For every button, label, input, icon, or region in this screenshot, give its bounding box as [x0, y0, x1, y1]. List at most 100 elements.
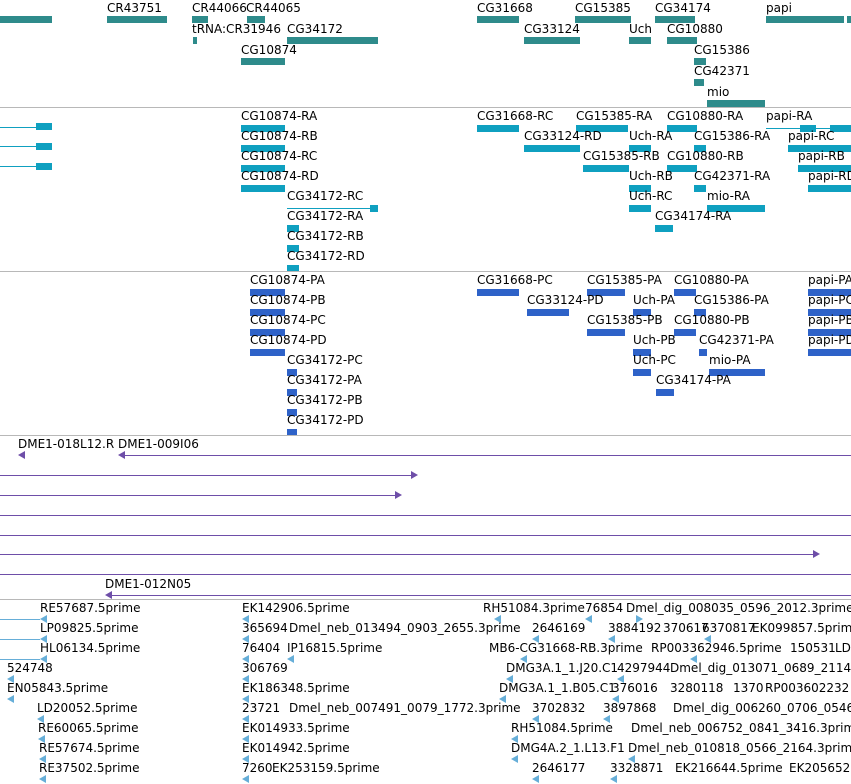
- est-marker[interactable]: [7, 695, 14, 703]
- est-line[interactable]: [0, 659, 40, 660]
- est-label[interactable]: EK099857.5prime: [752, 622, 851, 635]
- est-line[interactable]: [0, 619, 40, 620]
- est-label[interactable]: 6370817: [702, 622, 755, 635]
- transcript-exon[interactable]: [287, 265, 299, 271]
- clone-line[interactable]: [0, 475, 412, 476]
- transcript-label[interactable]: Uch-RA: [629, 130, 672, 143]
- gene-bar[interactable]: [847, 16, 851, 23]
- est-label[interactable]: RE57674.5prime: [39, 742, 140, 755]
- clone-line[interactable]: [0, 495, 396, 496]
- est-label[interactable]: RE57687.5prime: [40, 602, 141, 615]
- est-label[interactable]: 1370: [733, 682, 764, 695]
- protein-label[interactable]: CG33124-PD: [527, 294, 604, 307]
- transcript-exon[interactable]: [808, 185, 851, 192]
- est-label[interactable]: IP16815.5prime: [287, 642, 382, 655]
- est-label[interactable]: DMG3A.1_1.J20.C1: [506, 662, 618, 675]
- protein-label[interactable]: papi-PB: [808, 314, 851, 327]
- transcript-label[interactable]: CG10874-RC: [241, 150, 317, 163]
- est-label[interactable]: 23721: [242, 702, 280, 715]
- transcript-label[interactable]: CG15385-RA: [576, 110, 652, 123]
- gene-label[interactable]: CG33124: [524, 23, 580, 36]
- protein-bar[interactable]: [587, 329, 625, 336]
- gene-label[interactable]: CG10874: [241, 44, 297, 57]
- gene-bar[interactable]: [241, 58, 285, 65]
- transcript-label[interactable]: CG33124-RD: [524, 130, 602, 143]
- protein-label[interactable]: CG31668-PC: [477, 274, 553, 287]
- transcript-label[interactable]: CG10874-RD: [241, 170, 319, 183]
- est-line[interactable]: [0, 639, 40, 640]
- transcript-label[interactable]: CG10874-RA: [241, 110, 317, 123]
- protein-label[interactable]: CG15386-PA: [694, 294, 769, 307]
- gene-bar[interactable]: [477, 16, 519, 23]
- gene-bar[interactable]: [766, 16, 844, 23]
- gene-bar[interactable]: [193, 37, 197, 44]
- gene-label[interactable]: CG42371: [694, 65, 750, 78]
- gene-label[interactable]: CG34172: [287, 23, 343, 36]
- gene-bar[interactable]: [287, 37, 378, 44]
- est-label[interactable]: EN05843.5prime: [7, 682, 108, 695]
- protein-label[interactable]: papi-PD: [808, 334, 851, 347]
- est-label[interactable]: 524748: [7, 662, 53, 675]
- transcript-exon[interactable]: [655, 225, 673, 232]
- est-label[interactable]: LP09825.5prime: [40, 622, 139, 635]
- est-label[interactable]: RH51084.5prime: [511, 722, 613, 735]
- transcript-label[interactable]: CG34172-RC: [287, 190, 363, 203]
- gene-bar[interactable]: [524, 37, 580, 44]
- clone-label[interactable]: DME1-009I06: [118, 438, 199, 451]
- est-label[interactable]: Dmel_dig_006260_0706_0546: [673, 702, 851, 715]
- est-label[interactable]: EK186348.5prime: [242, 682, 350, 695]
- est-label[interactable]: Dmel_neb_007491_0079_1772.3prime: [289, 702, 521, 715]
- transcript-label[interactable]: CG34172-RB: [287, 230, 364, 243]
- est-label[interactable]: 4297944: [617, 662, 670, 675]
- est-label[interactable]: EK216644.5prime: [675, 762, 783, 775]
- est-marker[interactable]: [511, 755, 518, 763]
- est-label[interactable]: RP003362946.5prime: [651, 642, 782, 655]
- gene-label[interactable]: tRNA:CR31946: [192, 23, 281, 36]
- clone-line[interactable]: [124, 455, 851, 456]
- protein-label[interactable]: CG10874-PA: [250, 274, 325, 287]
- protein-bar[interactable]: [477, 289, 519, 296]
- transcript-exon[interactable]: [583, 165, 629, 172]
- clone-label[interactable]: DME1-018L12.R: [18, 438, 114, 451]
- est-label[interactable]: HL06134.5prime: [40, 642, 140, 655]
- est-marker[interactable]: [287, 655, 294, 663]
- transcript-label[interactable]: CG34172-RA: [287, 210, 363, 223]
- est-label[interactable]: EK253159.5prime: [272, 762, 380, 775]
- est-label[interactable]: RE60065.5prime: [38, 722, 139, 735]
- gene-label[interactable]: mio: [707, 86, 729, 99]
- protein-bar[interactable]: [674, 329, 696, 336]
- transcript-label[interactable]: Uch-RB: [629, 170, 673, 183]
- est-marker[interactable]: [242, 775, 249, 783]
- gene-label[interactable]: CG10880: [667, 23, 723, 36]
- gene-label[interactable]: CG15385: [575, 2, 631, 15]
- clone-label[interactable]: DME1-012N05: [105, 578, 191, 591]
- protein-label[interactable]: Uch-PC: [633, 354, 676, 367]
- transcript-label[interactable]: mio-RA: [707, 190, 750, 203]
- est-label[interactable]: EK205652: [789, 762, 850, 775]
- est-label[interactable]: LD: [835, 642, 851, 655]
- gene-label[interactable]: CG15386: [694, 44, 750, 57]
- protein-label[interactable]: CG34172-PB: [287, 394, 363, 407]
- transcript-exon[interactable]: [36, 123, 52, 130]
- est-label[interactable]: EK014942.5prime: [242, 742, 350, 755]
- est-label[interactable]: RP003602232: [765, 682, 849, 695]
- protein-bar[interactable]: [656, 389, 674, 396]
- transcript-label[interactable]: papi-RD: [808, 170, 851, 183]
- gene-label[interactable]: CG31668: [477, 2, 533, 15]
- transcript-line[interactable]: [0, 127, 40, 128]
- est-label[interactable]: DMG3A.1_1.B05.C1: [499, 682, 616, 695]
- gene-label[interactable]: Uch: [629, 23, 652, 36]
- transcript-line[interactable]: [0, 166, 40, 167]
- protein-label[interactable]: Uch-PB: [633, 334, 676, 347]
- transcript-label[interactable]: CG34172-RD: [287, 250, 365, 263]
- transcript-label[interactable]: CG31668-RC: [477, 110, 553, 123]
- est-label[interactable]: 3884192: [608, 622, 661, 635]
- est-label[interactable]: Dmel_neb_013494_0903_2655.3prime: [289, 622, 521, 635]
- transcript-label[interactable]: CG10874-RB: [241, 130, 318, 143]
- est-label[interactable]: 2646177: [532, 762, 585, 775]
- protein-label[interactable]: CG10880-PB: [674, 314, 750, 327]
- protein-bar[interactable]: [633, 369, 651, 376]
- est-marker[interactable]: [39, 775, 46, 783]
- clone-line[interactable]: [0, 554, 814, 555]
- protein-bar[interactable]: [699, 349, 707, 356]
